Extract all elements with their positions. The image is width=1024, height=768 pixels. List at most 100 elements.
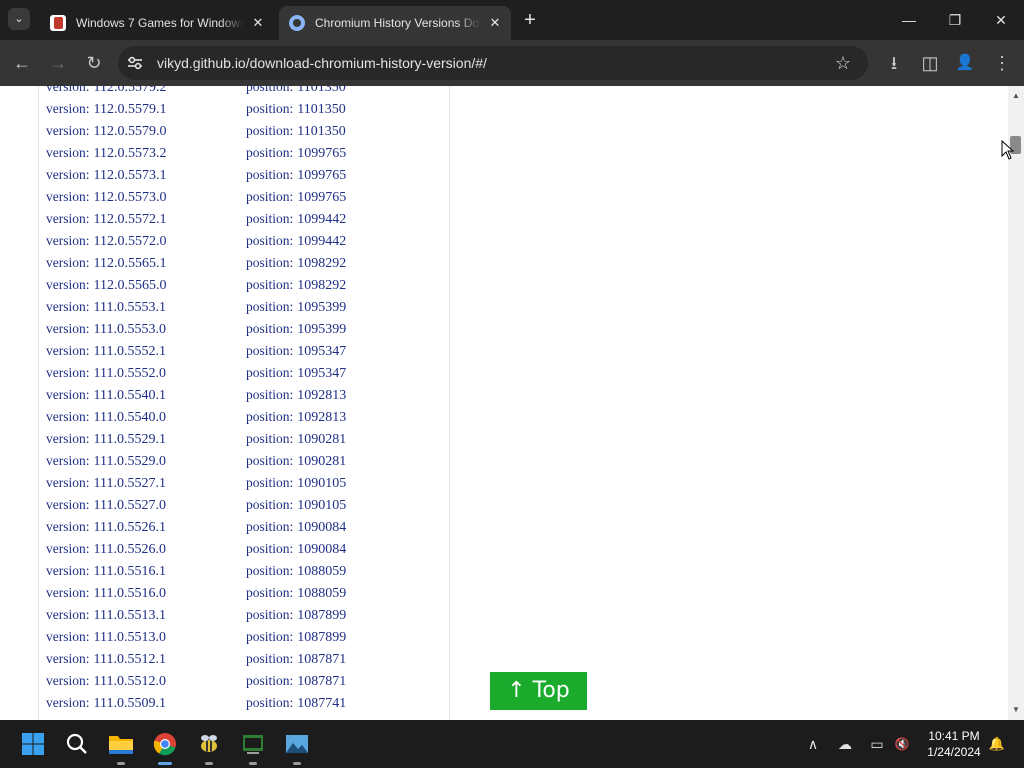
volume-muted-icon[interactable]: 🔇: [891, 734, 913, 754]
position-link[interactable]: position: 1092813: [246, 384, 346, 407]
windows-start-icon[interactable]: [18, 729, 48, 759]
version-link[interactable]: version: 112.0.5579.0: [46, 120, 246, 143]
version-link[interactable]: version: 112.0.5572.0: [46, 230, 246, 253]
terminal-app-icon[interactable]: [238, 729, 268, 765]
version-link[interactable]: version: 111.0.5552.0: [46, 362, 246, 385]
position-link[interactable]: position: 1092813: [246, 406, 346, 429]
new-tab-button[interactable]: +: [519, 9, 541, 31]
downloads-button[interactable]: ⭳: [881, 50, 907, 76]
position-link[interactable]: position: 1088059: [246, 560, 346, 583]
position-link[interactable]: position: 1098292: [246, 274, 346, 297]
position-label: position:: [246, 695, 294, 710]
version-link[interactable]: version: 111.0.5540.1: [46, 384, 246, 407]
version-link[interactable]: version: 111.0.5553.0: [46, 318, 246, 341]
version-link[interactable]: version: 111.0.5512.0: [46, 670, 246, 693]
page-scrollbar[interactable]: ▲ ▼: [1008, 86, 1024, 720]
version-link[interactable]: version: 111.0.5529.0: [46, 450, 246, 473]
version-link[interactable]: version: 112.0.5579.1: [46, 98, 246, 121]
version-link[interactable]: version: 112.0.5565.0: [46, 274, 246, 297]
search-icon[interactable]: [62, 729, 92, 759]
version-link[interactable]: version: 111.0.5526.0: [46, 538, 246, 561]
version-link[interactable]: version: 111.0.5526.1: [46, 516, 246, 539]
url-text[interactable]: vikyd.github.io/download-chromium-histor…: [157, 46, 487, 80]
position-link[interactable]: position: 1099765: [246, 142, 346, 165]
tab-windows-games[interactable]: Windows 7 Games for Windows ✕: [40, 6, 274, 40]
version-link[interactable]: version: 111.0.5527.1: [46, 472, 246, 495]
reload-button[interactable]: ↻: [81, 50, 107, 76]
position-value: 1095347: [297, 366, 347, 381]
position-link[interactable]: position: 1087871: [246, 670, 346, 693]
version-link[interactable]: version: 112.0.5572.1: [46, 208, 246, 231]
tray-overflow-chevron-icon[interactable]: ∧: [802, 734, 824, 754]
tab-search-button[interactable]: ⌄: [8, 8, 30, 30]
version-value: 111.0.5552.1: [93, 344, 166, 359]
bookmark-star-icon[interactable]: ☆: [832, 51, 854, 75]
position-link[interactable]: position: 1099765: [246, 186, 346, 209]
close-icon[interactable]: ✕: [487, 15, 503, 31]
back-to-top-button[interactable]: ↑ Top: [490, 672, 587, 710]
position-link[interactable]: position: 1095399: [246, 296, 346, 319]
position-link[interactable]: position: 1099442: [246, 208, 346, 231]
chrome-menu-button[interactable]: ⋮: [989, 50, 1015, 76]
version-link[interactable]: version: 111.0.5516.1: [46, 560, 246, 583]
version-link[interactable]: version: 111.0.5509.1: [46, 692, 246, 715]
profile-button[interactable]: 👤: [952, 50, 978, 76]
position-link[interactable]: position: 1088059: [246, 582, 346, 605]
version-link[interactable]: version: 111.0.5529.1: [46, 428, 246, 451]
forward-button[interactable]: →: [45, 50, 71, 76]
position-label: position:: [246, 629, 294, 644]
notification-bell-icon[interactable]: 🔔: [986, 734, 1008, 754]
position-link[interactable]: position: 1101350: [246, 98, 346, 121]
close-icon[interactable]: ✕: [250, 15, 266, 31]
chrome-icon[interactable]: [150, 729, 180, 765]
position-link[interactable]: position: 1090105: [246, 494, 346, 517]
version-link[interactable]: version: 111.0.5540.0: [46, 406, 246, 429]
position-link[interactable]: position: 1098292: [246, 252, 346, 275]
version-link[interactable]: version: 112.0.5573.1: [46, 164, 246, 187]
position-link[interactable]: position: 1090084: [246, 538, 346, 561]
version-link[interactable]: version: 111.0.5527.0: [46, 494, 246, 517]
version-link[interactable]: version: 112.0.5573.2: [46, 142, 246, 165]
position-link[interactable]: position: 1090281: [246, 450, 346, 473]
tab-chromium-history[interactable]: Chromium History Versions Download ✕: [279, 6, 511, 40]
address-bar[interactable]: vikyd.github.io/download-chromium-histor…: [118, 46, 868, 80]
version-link[interactable]: version: 111.0.5552.1: [46, 340, 246, 363]
file-explorer-icon[interactable]: [106, 729, 136, 765]
bee-app-icon[interactable]: [194, 729, 224, 765]
onedrive-icon[interactable]: ☁: [834, 734, 856, 754]
minimize-button[interactable]: —: [895, 6, 923, 34]
position-link[interactable]: position: 1087871: [246, 648, 346, 671]
side-panel-button[interactable]: ◫: [917, 50, 943, 76]
version-value: 111.0.5512.0: [93, 674, 166, 689]
window-close-button[interactable]: ✕: [987, 6, 1015, 34]
position-link[interactable]: position: 1099765: [246, 164, 346, 187]
scroll-up-arrow-icon[interactable]: ▲: [1008, 88, 1024, 104]
version-link[interactable]: version: 111.0.5513.0: [46, 626, 246, 649]
position-link[interactable]: position: 1090281: [246, 428, 346, 451]
position-label: position:: [246, 277, 294, 292]
position-link[interactable]: position: 1090105: [246, 472, 346, 495]
position-link[interactable]: position: 1087899: [246, 626, 346, 649]
scroll-down-arrow-icon[interactable]: ▼: [1008, 702, 1024, 718]
photos-app-icon[interactable]: [282, 729, 312, 765]
version-link[interactable]: version: 111.0.5516.0: [46, 582, 246, 605]
position-link[interactable]: position: 1095399: [246, 318, 346, 341]
version-link[interactable]: version: 111.0.5513.1: [46, 604, 246, 627]
version-link[interactable]: version: 111.0.5553.1: [46, 296, 246, 319]
site-settings-icon[interactable]: [126, 54, 144, 72]
system-clock[interactable]: 10:41 PM 1/24/2024: [918, 728, 990, 760]
back-button[interactable]: ←: [9, 50, 35, 76]
version-link[interactable]: version: 111.0.5512.1: [46, 648, 246, 671]
position-link[interactable]: position: 1101350: [246, 120, 346, 143]
version-link[interactable]: version: 112.0.5573.0: [46, 186, 246, 209]
network-icon[interactable]: ▭: [866, 734, 888, 754]
position-link[interactable]: position: 1095347: [246, 340, 346, 363]
position-link[interactable]: position: 1087899: [246, 604, 346, 627]
restore-button[interactable]: ❐: [941, 6, 969, 34]
position-link[interactable]: position: 1087741: [246, 692, 346, 715]
position-link[interactable]: position: 1090084: [246, 516, 346, 539]
position-link[interactable]: position: 1099442: [246, 230, 346, 253]
version-link[interactable]: version: 112.0.5565.1: [46, 252, 246, 275]
position-label: position:: [246, 365, 294, 380]
position-link[interactable]: position: 1095347: [246, 362, 346, 385]
